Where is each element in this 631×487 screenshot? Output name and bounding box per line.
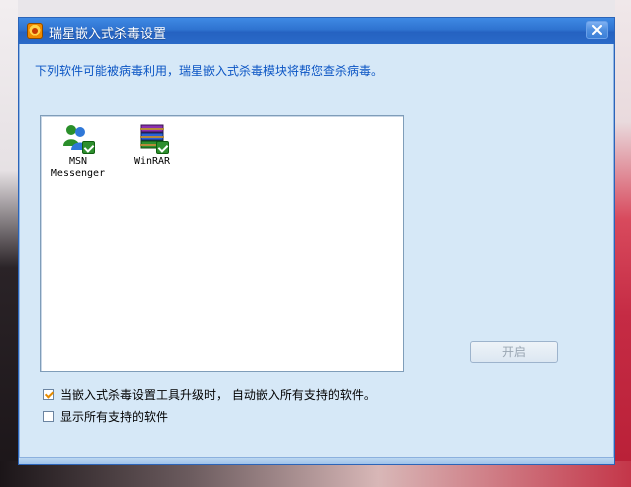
- window-title: 瑞星嵌入式杀毒设置: [49, 27, 167, 42]
- option-show-all[interactable]: 显示所有支持的软件: [43, 408, 168, 424]
- list-item-winrar[interactable]: WinRAR: [117, 122, 187, 168]
- start-button[interactable]: 开启: [470, 341, 558, 363]
- checked-badge-icon: [156, 141, 169, 154]
- list-item-label-line2: Messenger: [50, 168, 106, 179]
- close-icon: [592, 25, 602, 35]
- auto-embed-checkbox[interactable]: [43, 388, 54, 400]
- settings-dialog: 瑞星嵌入式杀毒设置 下列软件可能被病毒利用，瑞星嵌入式杀毒模块将帮您查杀病毒。 …: [18, 17, 615, 465]
- background-photo-left: [0, 0, 18, 487]
- option-auto-embed[interactable]: 当嵌入式杀毒设置工具升级时， 自动嵌入所有支持的软件。: [43, 386, 376, 402]
- title-bar[interactable]: 瑞星嵌入式杀毒设置: [19, 18, 614, 44]
- winrar-icon: [135, 122, 169, 154]
- auto-embed-label: 当嵌入式杀毒设置工具升级时， 自动嵌入所有支持的软件。: [60, 387, 376, 402]
- msn-messenger-icon: [61, 122, 95, 154]
- checked-badge-icon: [82, 141, 95, 154]
- rising-antivirus-icon: [27, 23, 43, 39]
- background-photo-right: [615, 0, 631, 487]
- close-button[interactable]: [586, 21, 608, 39]
- dialog-bottom-border: [19, 457, 614, 464]
- show-all-checkbox[interactable]: [43, 410, 54, 422]
- list-item-label-line1: MSN: [68, 156, 88, 167]
- description-text: 下列软件可能被病毒利用，瑞星嵌入式杀毒模块将帮您查杀病毒。: [35, 64, 384, 78]
- list-item-msn-messenger[interactable]: MSN Messenger: [43, 122, 113, 180]
- software-list[interactable]: MSN Messenger WinRAR: [40, 115, 404, 372]
- show-all-label: 显示所有支持的软件: [60, 409, 169, 424]
- list-item-label: WinRAR: [133, 156, 171, 167]
